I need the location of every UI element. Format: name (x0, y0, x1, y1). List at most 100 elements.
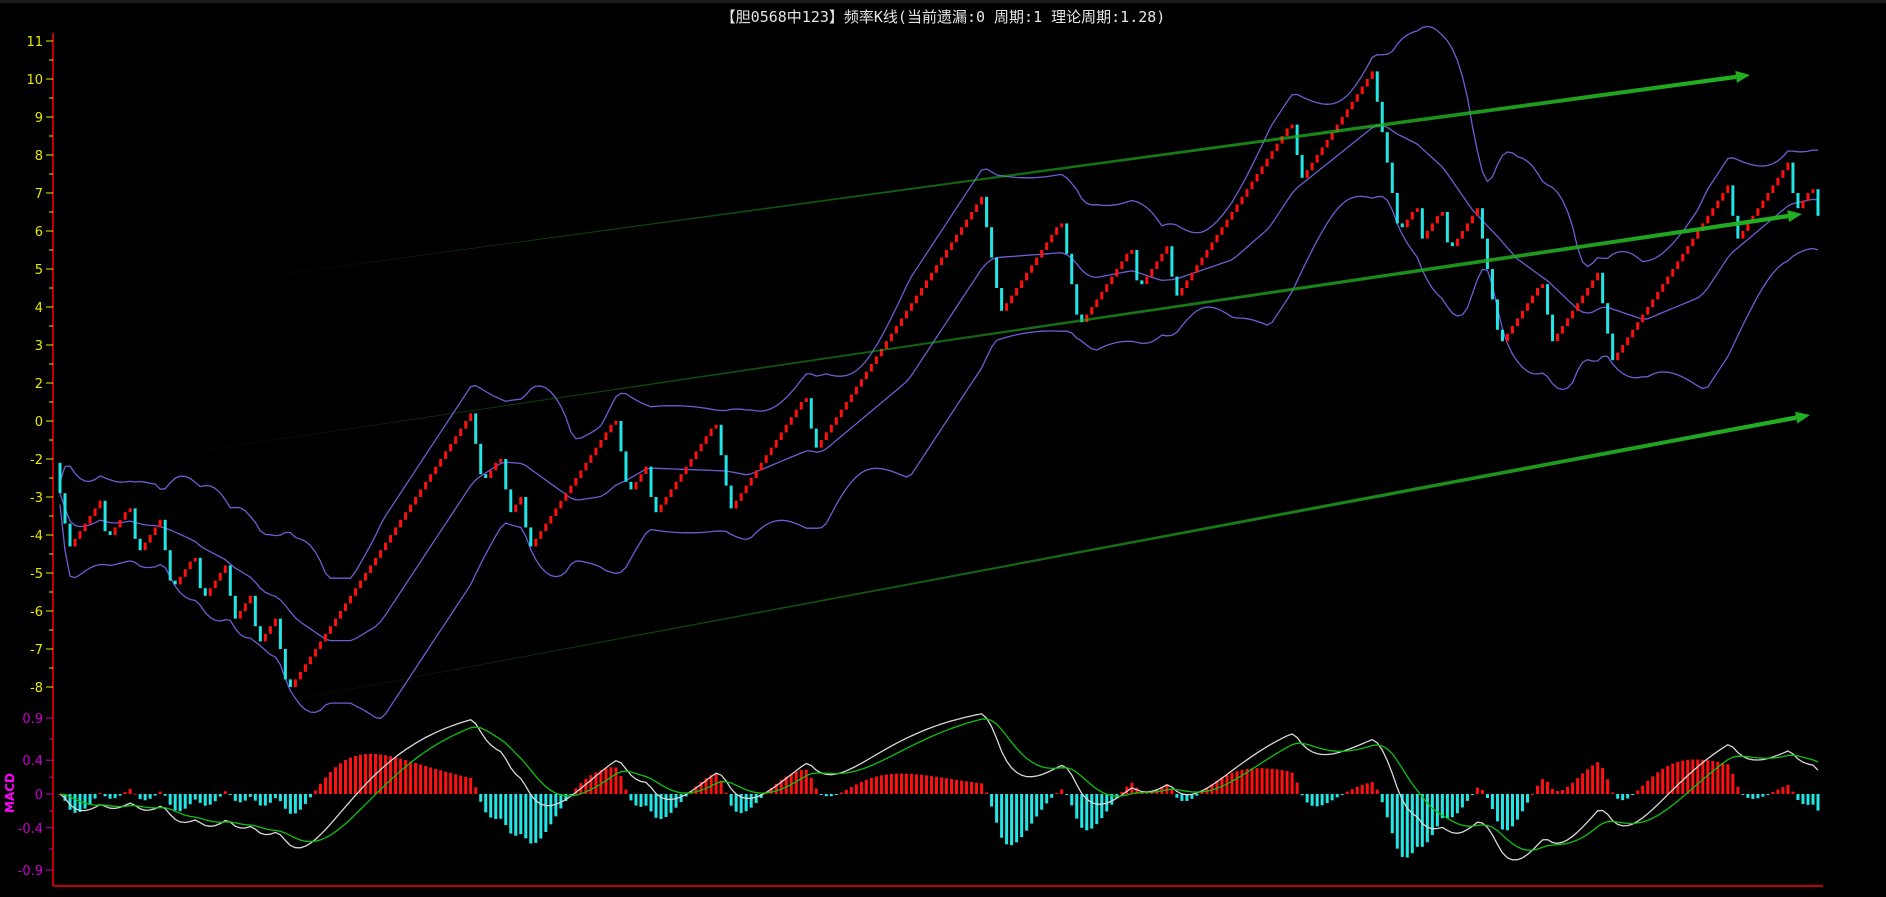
up-brick (960, 227, 964, 235)
up-brick (794, 409, 798, 418)
macd-histogram-bar (1796, 794, 1800, 801)
macd-histogram-bar (218, 794, 222, 797)
up-brick (1265, 158, 1269, 167)
macd-histogram-bar (1601, 767, 1605, 794)
macd-histogram-bar (990, 794, 994, 807)
up-brick (584, 462, 588, 471)
macd-histogram-bar (909, 773, 913, 794)
macd-histogram-bar (1616, 794, 1620, 799)
up-brick (1255, 174, 1259, 182)
up-brick (1230, 212, 1234, 220)
up-brick (374, 557, 378, 566)
up-brick (464, 421, 468, 429)
price-tick-label: 3 (35, 339, 43, 354)
up-brick (394, 527, 398, 535)
macd-histogram-bar (749, 794, 753, 808)
macd-histogram-bar (1375, 789, 1379, 794)
macd-histogram-bar (1636, 790, 1640, 794)
up-brick (639, 474, 643, 482)
macd-histogram-bar (734, 794, 738, 812)
macd-histogram-bar (268, 794, 272, 803)
down-bar (619, 421, 623, 452)
down-bar (1611, 333, 1615, 361)
macd-histogram-bar (123, 792, 127, 794)
up-brick (709, 428, 713, 437)
up-brick (1671, 269, 1675, 277)
macd-histogram-bar (1015, 794, 1019, 843)
macd-histogram-bar (1480, 790, 1484, 794)
macd-histogram-bar (1385, 794, 1389, 818)
up-brick (223, 565, 227, 573)
up-brick (779, 432, 783, 440)
macd-histogram-bar (1591, 765, 1595, 794)
up-brick (1706, 215, 1710, 224)
up-brick (1290, 124, 1294, 129)
macd-histogram-bar (238, 794, 242, 803)
macd-histogram-bar (744, 794, 748, 812)
up-brick (399, 519, 403, 528)
macd-histogram-bar (919, 774, 923, 794)
macd-histogram-bar (619, 776, 623, 794)
down-bar (278, 618, 282, 649)
macd-histogram-bar (1811, 794, 1815, 805)
macd-histogram-bar (88, 794, 92, 804)
macd-histogram-bar (509, 794, 513, 834)
macd-histogram-bar (1240, 769, 1244, 794)
up-brick (1616, 352, 1620, 361)
up-brick (914, 295, 918, 304)
macd-histogram-bar (804, 769, 808, 794)
down-bar (1480, 208, 1484, 239)
down-bar (1070, 253, 1074, 285)
up-brick (444, 451, 448, 459)
price-tick-label: 5 (35, 263, 43, 278)
macd-histogram-bar (1711, 761, 1715, 794)
up-brick (574, 478, 578, 486)
up-brick (614, 421, 618, 425)
up-brick (834, 417, 838, 425)
down-bar (509, 489, 513, 513)
macd-histogram-bar (348, 757, 352, 794)
up-brick (243, 603, 247, 611)
up-brick (884, 341, 888, 349)
up-brick (1145, 276, 1149, 285)
up-brick (1626, 337, 1630, 345)
up-brick (424, 481, 428, 490)
macd-histogram-bar (1661, 768, 1665, 794)
macd-histogram-bar (664, 794, 668, 817)
bollinger-upper-line (59, 25, 1819, 579)
up-brick (73, 538, 77, 547)
macd-histogram-bar (409, 761, 413, 794)
up-brick (819, 440, 823, 448)
up-brick (143, 542, 147, 551)
down-bar (990, 227, 994, 258)
up-brick (1090, 307, 1094, 315)
up-brick (1120, 261, 1124, 269)
macd-histogram-bar (1175, 794, 1179, 798)
macd-histogram-bar (849, 786, 853, 794)
up-brick (1245, 189, 1249, 197)
down-bar (809, 398, 813, 429)
macd-histogram-bar (1010, 794, 1014, 846)
up-brick (1215, 234, 1219, 243)
macd-histogram-bar (489, 794, 493, 818)
macd-histogram-bar (1546, 781, 1550, 794)
down-bar (288, 679, 292, 687)
macd-histogram-bar (163, 794, 167, 796)
up-brick (1681, 253, 1685, 262)
price-tick-label: 9 (35, 111, 43, 126)
up-brick (1240, 196, 1244, 205)
up-brick (1370, 71, 1374, 79)
down-bar (1065, 223, 1069, 254)
up-brick (604, 432, 608, 440)
up-brick (934, 265, 938, 273)
macd-histogram-bar (1310, 794, 1314, 806)
up-brick (669, 489, 673, 497)
up-brick (338, 611, 342, 619)
macd-histogram-bar (1726, 764, 1730, 794)
macd-histogram-bar (614, 767, 618, 794)
up-brick (293, 679, 297, 687)
up-brick (1556, 333, 1560, 342)
up-brick (1741, 231, 1745, 239)
macd-histogram-bar (1751, 794, 1755, 799)
trend-arrow-upper-line (217, 74, 1737, 283)
